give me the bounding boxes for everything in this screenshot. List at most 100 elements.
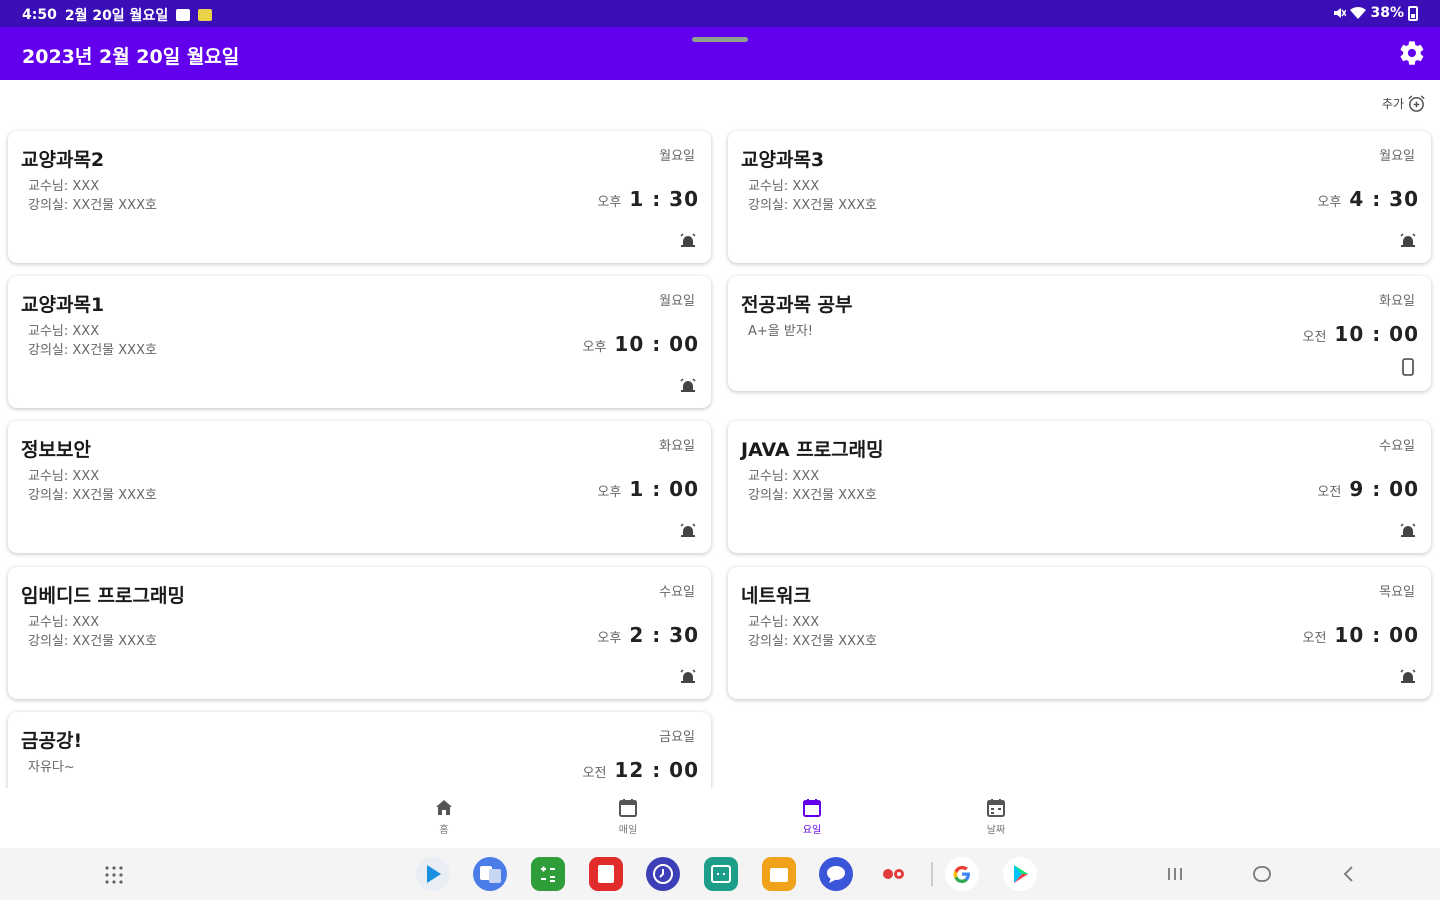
card-title: 전공과목 공부: [741, 294, 853, 316]
alarm-icon[interactable]: [1399, 232, 1417, 250]
clock-icon[interactable]: [646, 857, 680, 891]
card-ampm: 오전: [1317, 485, 1342, 500]
card-time: 오전 10 : 00: [1302, 322, 1419, 346]
calendar-icon: [619, 799, 637, 817]
schedule-card[interactable]: 전공과목 공부 화요일 A+을 받자! 오전 10 : 00: [728, 276, 1431, 391]
card-time: 오후 4 : 30: [1317, 187, 1419, 211]
recent-apps-icon[interactable]: [1163, 862, 1187, 886]
card-time: 오후 2 : 30: [597, 623, 699, 647]
alarm-icon[interactable]: [1399, 668, 1417, 686]
card-time: 오전 9 : 00: [1317, 477, 1419, 501]
phone-icon[interactable]: [1399, 358, 1417, 376]
alarm-icon[interactable]: [1399, 522, 1417, 540]
card-clock: 2 : 30: [629, 623, 699, 647]
nav-label: 요일: [802, 825, 822, 836]
card-clock: 1 : 00: [629, 477, 699, 501]
card-time: 오후 1 : 30: [597, 187, 699, 211]
card-title: 교양과목3: [741, 149, 825, 171]
schedule-card[interactable]: 교양과목3 월요일 교수님: XXX 강의실: XX건물 XXX호 오후 4 : …: [728, 131, 1431, 263]
messages-icon[interactable]: [819, 857, 853, 891]
card-description: A+을 받자!: [748, 324, 814, 339]
folder-icon[interactable]: [762, 857, 796, 891]
alarm-icon[interactable]: [679, 232, 697, 250]
back-icon[interactable]: [1337, 862, 1361, 886]
card-description: 교수님: XXX 강의실: XX건물 XXX호: [28, 469, 157, 503]
schedule-card[interactable]: 정보보안 화요일 교수님: XXX 강의실: XX건물 XXX호 오후 1 : 0…: [8, 421, 711, 553]
card-clock: 9 : 00: [1349, 477, 1419, 501]
card-ampm: 오후: [582, 340, 607, 355]
bottom-navigation: 홈 매일 요일 날짜: [0, 788, 1440, 848]
schedule-card[interactable]: 교양과목1 월요일 교수님: XXX 강의실: XX건물 XXX호 오후 10 :…: [8, 276, 711, 408]
nav-daily[interactable]: 매일: [598, 796, 658, 836]
calculator-icon[interactable]: [531, 857, 565, 891]
card-description: 교수님: XXX 강의실: XX건물 XXX호: [748, 615, 877, 649]
alarm-icon[interactable]: [679, 522, 697, 540]
schedule-card[interactable]: 네트워크 목요일 교수님: XXX 강의실: XX건물 XXX호 오전 10 : …: [728, 567, 1431, 699]
taskbar: [0, 848, 1440, 900]
calendar-app-icon[interactable]: [704, 857, 738, 891]
card-clock: 12 : 00: [614, 758, 699, 782]
card-ampm: 오후: [1317, 195, 1342, 210]
card-clock: 10 : 00: [614, 332, 699, 356]
card-ampm: 오후: [597, 485, 622, 500]
card-title: 교양과목1: [21, 294, 105, 316]
card-ampm: 오전: [1302, 631, 1327, 646]
card-day: 화요일: [659, 439, 695, 454]
app-drawer-icon[interactable]: [104, 865, 124, 885]
card-day: 목요일: [1379, 585, 1415, 600]
card-ampm: 오전: [1302, 330, 1327, 345]
card-ampm: 오전: [582, 766, 607, 781]
card-day: 수요일: [1379, 439, 1415, 454]
schedule-card[interactable]: 교양과목2 월요일 교수님: XXX 강의실: XX건물 XXX호 오후 1 : …: [8, 131, 711, 263]
card-time: 오전 10 : 00: [1302, 623, 1419, 647]
camera-icon[interactable]: [877, 857, 911, 891]
card-time: 오후 10 : 00: [582, 332, 699, 356]
card-time: 오전 12 : 00: [582, 758, 699, 782]
schedule-list: 교양과목2 월요일 교수님: XXX 강의실: XX건물 XXX호 오후 1 : …: [0, 0, 1440, 788]
card-description: 교수님: XXX 강의실: XX건물 XXX호: [748, 179, 877, 213]
card-day: 월요일: [1379, 149, 1415, 164]
card-time: 오후 1 : 00: [597, 477, 699, 501]
card-day: 월요일: [659, 149, 695, 164]
card-title: 임베디드 프로그래밍: [21, 585, 185, 607]
play-store-icon[interactable]: [416, 857, 450, 891]
nav-label: 날짜: [986, 825, 1006, 836]
alarm-icon[interactable]: [679, 377, 697, 395]
card-title: 네트워크: [741, 585, 811, 607]
card-title: 교양과목2: [21, 149, 105, 171]
translate-icon[interactable]: [473, 857, 507, 891]
dock-separator: [931, 862, 933, 886]
nav-weekday[interactable]: 요일: [782, 796, 842, 836]
nav-label: 홈: [439, 825, 449, 836]
card-ampm: 오후: [597, 195, 622, 210]
card-day: 화요일: [1379, 294, 1415, 309]
play-games-icon[interactable]: [1003, 857, 1037, 891]
home-icon: [436, 800, 452, 815]
calendar-icon: [803, 799, 821, 817]
card-day: 월요일: [659, 294, 695, 309]
nav-date[interactable]: 날짜: [966, 796, 1026, 836]
nav-label: 매일: [618, 825, 638, 836]
card-title: 정보보안: [21, 439, 91, 461]
google-icon[interactable]: [945, 857, 979, 891]
card-description: 교수님: XXX 강의실: XX건물 XXX호: [748, 469, 877, 503]
card-day: 금요일: [659, 730, 695, 745]
card-clock: 1 : 30: [629, 187, 699, 211]
card-title: JAVA 프로그래밍: [741, 439, 884, 461]
card-description: 교수님: XXX 강의실: XX건물 XXX호: [28, 615, 157, 649]
card-ampm: 오후: [597, 631, 622, 646]
schedule-card[interactable]: 금공강! 금요일 자유다~ 오전 12 : 00: [8, 712, 711, 788]
nav-home[interactable]: 홈: [414, 796, 474, 836]
card-description: 교수님: XXX 강의실: XX건물 XXX호: [28, 324, 157, 358]
card-day: 수요일: [659, 585, 695, 600]
card-clock: 10 : 00: [1334, 322, 1419, 346]
card-title: 금공강!: [21, 730, 83, 752]
alarm-icon[interactable]: [679, 668, 697, 686]
card-description: 자유다~: [28, 760, 75, 775]
schedule-card[interactable]: JAVA 프로그래밍 수요일 교수님: XXX 강의실: XX건물 XXX호 오…: [728, 421, 1431, 553]
home-nav-icon[interactable]: [1250, 862, 1274, 886]
schedule-card[interactable]: 임베디드 프로그래밍 수요일 교수님: XXX 강의실: XX건물 XXX호 오…: [8, 567, 711, 699]
notes-icon[interactable]: [589, 857, 623, 891]
calendar-grid-icon: [987, 799, 1005, 817]
card-description: 교수님: XXX 강의실: XX건물 XXX호: [28, 179, 157, 213]
